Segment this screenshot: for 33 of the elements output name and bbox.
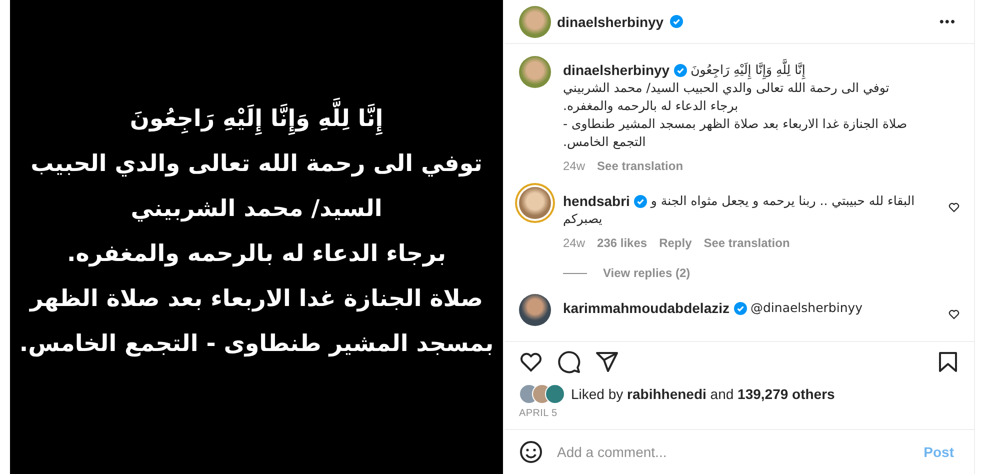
- username[interactable]: hendsabri: [563, 192, 630, 210]
- heart-icon[interactable]: [519, 350, 543, 374]
- caption-text: توفي الى رحمة الله تعالى والدي الحبيب السيد/ محمد الشربيني: [563, 80, 890, 98]
- bookmark-icon[interactable]: [936, 350, 960, 374]
- post-date: APRIL 5: [518, 407, 558, 421]
- more-options-button[interactable]: •••: [935, 14, 960, 30]
- heart-icon[interactable]: [948, 201, 960, 214]
- comment-text: البقاء لله حبيبتي .. ربنا يرحمه و يجعل مثواه الجنة و: [650, 192, 915, 210]
- comment-text: @dinaelsherbinyy: [750, 299, 863, 318]
- heart-icon[interactable]: [948, 308, 960, 320]
- caption-text: التجمع الخامس.: [563, 133, 646, 152]
- image-text-line: صلاة الجنازة غدا الاربعاء بعد صلاة الظهر: [28, 285, 484, 314]
- image-text-line: إِنَّا لِلَّهِ وَإِنَّا إِلَيْهِ رَاجِعُونَ: [128, 97, 386, 142]
- image-text-line: بمسجد المشير طنطاوى - التجمع الخامس.: [18, 330, 495, 359]
- likes-text[interactable]: Liked by rabihhenedi and 139,279 others: [571, 386, 835, 402]
- username[interactable]: dinaelsherbinyy: [563, 61, 670, 80]
- avatar[interactable]: [519, 294, 551, 326]
- caption-text: صلاة الجنازة غدا الاربعاء بعد صلاة الظهر بمسجد المشير طنطاوى -: [563, 115, 908, 134]
- timestamp: 24w: [563, 236, 586, 250]
- avatar: [545, 384, 565, 404]
- image-text-line: برجاء الدعاء له بالرحمه والمغفره.: [66, 240, 447, 269]
- image-text-line: السيد/ محمد الشربيني: [130, 195, 384, 224]
- username[interactable]: karimmahmoudabdelaziz: [563, 299, 730, 318]
- comment-text: يصبركم: [563, 210, 602, 228]
- timestamp: 24w: [563, 159, 586, 174]
- share-icon[interactable]: [595, 350, 619, 374]
- caption-text: إِنَّا لِلَّهِ وَإِنَّا إِلَيْهِ رَاجِعُونَ: [690, 61, 806, 80]
- emoji-icon[interactable]: [519, 440, 543, 464]
- username[interactable]: dinaelsherbinyy: [557, 14, 664, 30]
- comment-icon[interactable]: [557, 350, 581, 374]
- avatar[interactable]: [519, 187, 551, 220]
- caption-text: برجاء الدعاء له بالرحمه والمغفره.: [563, 97, 738, 116]
- image-text-line: توفي الى رحمة الله تعالى والدي الحبيب: [30, 150, 484, 179]
